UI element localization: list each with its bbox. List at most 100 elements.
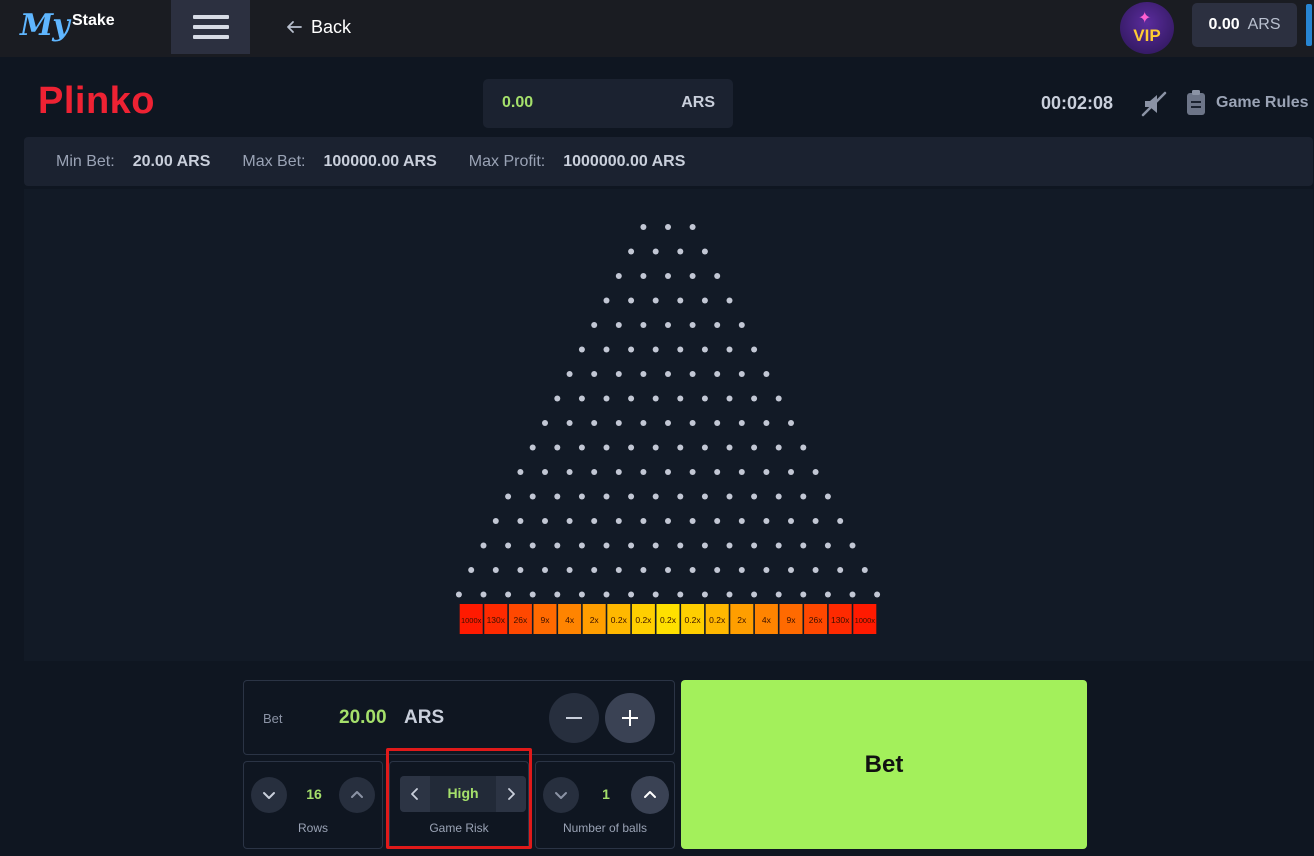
plus-icon [622,710,638,726]
multiplier-bucket: 9x [533,604,557,634]
plinko-peg [837,518,844,524]
plinko-peg [554,591,561,598]
hamburger-menu-button[interactable] [171,0,250,54]
plinko-peg [701,591,708,598]
plinko-peg [628,395,635,402]
risk-previous-button[interactable] [400,776,430,812]
plinko-peg [665,420,671,426]
plinko-peg [615,322,622,328]
multiplier-label: 0.2x [635,615,652,625]
plinko-peg [701,346,708,353]
multiplier-bucket: 4x [754,604,778,634]
plinko-peg [554,444,561,451]
plinko-peg [775,591,782,598]
plinko-peg [455,591,462,598]
bet-amount-value[interactable]: 20.00 [339,707,387,729]
plinko-peg [652,444,659,451]
balls-value: 1 [602,786,610,802]
multiplier-label: 26x [514,615,528,625]
plinko-peg [480,591,487,598]
chevron-down-icon [555,792,567,799]
balls-increase-button[interactable] [631,776,669,814]
multiplier-bucket: 26x [804,604,828,634]
back-button[interactable]: Back [285,15,351,39]
plinko-peg [677,542,684,549]
plinko-peg [591,371,598,377]
max-profit-label: Max Profit: [468,152,546,170]
plinko-peg [578,493,585,500]
plinko-peg [788,420,794,426]
multiplier-bucket: 9x [779,604,803,634]
plinko-peg [677,395,684,402]
rows-value: 16 [306,786,322,802]
plinko-peg [603,395,610,402]
plinko-peg [689,371,696,377]
wallet-balance-button[interactable]: 0.00 ARS [1192,3,1297,47]
plinko-peg [480,542,487,549]
plinko-peg [714,518,721,524]
plinko-peg [677,297,684,304]
plinko-peg [738,518,745,524]
multiplier-bucket: 4x [558,604,582,634]
plinko-peg [701,542,708,549]
plinko-peg [591,322,598,328]
plinko-peg [714,567,721,573]
bet-button[interactable]: Bet [681,680,1087,849]
plinko-peg [603,297,610,304]
plinko-peg [677,591,684,598]
wallet-currency: ARS [1247,16,1281,33]
plinko-peg [788,567,794,573]
multiplier-bucket: 1000x [459,604,483,634]
vip-badge[interactable]: ✦ VIP [1120,2,1174,54]
balls-decrease-button[interactable] [543,777,579,813]
plinko-peg [578,591,585,598]
logo-my-text: My [20,8,70,43]
plinko-peg [701,395,708,402]
plinko-peg [714,371,721,377]
risk-next-button[interactable] [496,776,526,812]
plinko-peg [517,518,524,524]
plinko-peg [689,322,696,328]
plinko-peg [677,346,684,353]
plinko-peg [505,493,512,500]
plinko-peg [763,371,770,377]
rows-decrease-button[interactable] [251,777,287,813]
plinko-peg [665,273,671,279]
game-rules-button[interactable]: Game Rules [1186,90,1308,116]
multiplier-label: 0.2x [709,615,726,625]
mystake-logo[interactable]: My Stake [20,8,130,48]
rows-increase-button[interactable] [339,777,375,813]
plinko-peg [788,518,794,524]
sound-muted-icon[interactable] [1140,90,1168,118]
plinko-peg [542,567,548,573]
chevron-down-icon [263,792,275,799]
arrow-left-icon [287,21,302,33]
scroll-edge-indicator [1306,4,1312,46]
plinko-peg [751,444,758,451]
game-risk-selector[interactable]: High [400,776,526,812]
multiplier-label: 26x [809,615,823,625]
plinko-peg [775,493,782,500]
multiplier-bucket: 1000x [853,604,877,634]
decrease-bet-button[interactable] [549,693,599,743]
game-risk-label: Game Risk [429,821,489,835]
plinko-peg [775,444,782,451]
plinko-peg [628,346,635,353]
plinko-peg [738,420,745,426]
multiplier-label: 0.2x [660,615,677,625]
multiplier-bucket: 0.2x [705,604,729,634]
plinko-peg [640,224,647,230]
plinko-peg [615,567,622,573]
plinko-peg [640,371,647,377]
plinko-peg [603,444,610,451]
plinko-board: 1000x 130x 26x 9x 4x 2x 0.2x 0.2x 0.2x 0.2x 0.2x 2x… [24,189,1313,661]
plinko-peg [652,591,659,598]
multiplier-bucket: 0.2x [607,604,631,634]
plinko-peg [529,493,536,500]
back-label: Back [311,16,352,37]
multiplier-label: 130x [831,615,850,625]
plinko-peg [603,591,610,598]
plinko-peg [738,371,745,377]
increase-bet-button[interactable] [605,693,655,743]
plinko-peg [578,346,585,353]
